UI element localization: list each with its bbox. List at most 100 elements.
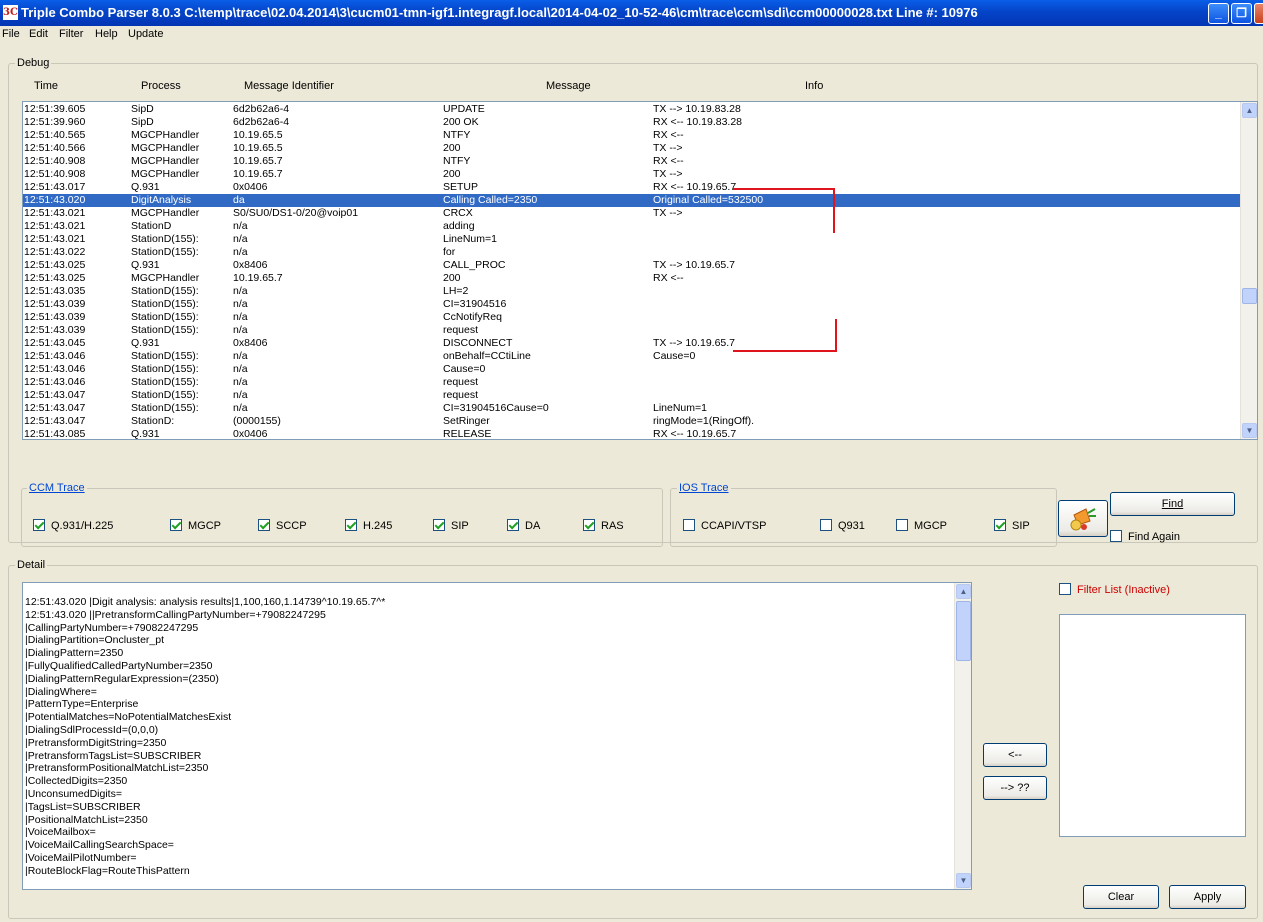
checkbox-icon[interactable]	[258, 519, 270, 531]
detail-line: |PretransformPositionalMatchList=2350	[25, 762, 209, 775]
ios-option-label: SIP	[1012, 520, 1030, 532]
col-info[interactable]: Info	[805, 80, 823, 92]
ccm-option-q-931-h-225[interactable]: Q.931/H.225	[33, 519, 113, 532]
ccm-option-sip[interactable]: SIP	[433, 519, 469, 532]
debug-row[interactable]: 12:51:43.025 Q.931 0x8406 CALL_PROC TX --> 1…	[23, 259, 1242, 272]
checkbox-icon[interactable]	[896, 519, 908, 531]
checkbox-icon[interactable]	[583, 519, 595, 531]
debug-cell-message: Cause=0	[443, 363, 486, 375]
debug-cell-msgid: n/a	[233, 350, 248, 362]
ccm-option-mgcp[interactable]: MGCP	[170, 519, 221, 532]
col-time[interactable]: Time	[34, 80, 58, 92]
checkbox-icon[interactable]	[683, 519, 695, 531]
debug-cell-message: LineNum=1	[443, 233, 497, 245]
annotation-line-bottom	[733, 350, 837, 352]
debug-row[interactable]: 12:51:43.045 Q.931 0x8406 DISCONNECT TX --> …	[23, 337, 1242, 350]
app-icon: 3C	[3, 5, 18, 20]
apply-button[interactable]: Apply	[1169, 885, 1246, 909]
debug-row[interactable]: 12:51:43.021 StationD(155): n/a LineNum=1	[23, 233, 1242, 246]
detail-scrollbar[interactable]: ▲ ▼	[954, 583, 971, 889]
detail-scroll-thumb[interactable]	[956, 601, 971, 661]
menu-edit[interactable]: Edit	[29, 28, 48, 40]
debug-row[interactable]: 12:51:43.025 MGCPHandler 10.19.65.7 200 RX <…	[23, 272, 1242, 285]
debug-cell-message: request	[443, 389, 479, 401]
debug-row[interactable]: 12:51:43.039 StationD(155): n/a CI=31904516	[23, 298, 1242, 311]
debug-row[interactable]: 12:51:43.017 Q.931 0x0406 SETUP RX <-- 10.19…	[23, 181, 1242, 194]
detail-scroll-up-arrow-icon[interactable]: ▲	[956, 584, 971, 599]
forward-button[interactable]: --> ??	[983, 776, 1047, 800]
debug-row[interactable]: 12:51:43.039 StationD(155): n/a CcNotifyReq	[23, 311, 1242, 324]
ccm-option-ras[interactable]: RAS	[583, 519, 624, 532]
ios-option-label: Q931	[838, 520, 865, 532]
debug-row[interactable]: 12:51:40.908 MGCPHandler 10.19.65.7 200 TX -…	[23, 168, 1242, 181]
ios-trace-label[interactable]: IOS Trace	[677, 482, 731, 494]
debug-row[interactable]: 12:51:43.022 StationD(155): n/a for	[23, 246, 1242, 259]
scroll-thumb[interactable]	[1242, 288, 1257, 304]
debug-list[interactable]: 12:51:39.605 SipD 6d2b62a6-4 UPDATE TX --> 1…	[22, 101, 1258, 440]
menu-filter[interactable]: Filter	[59, 28, 83, 40]
debug-row[interactable]: 12:51:40.566 MGCPHandler 10.19.65.5 200 TX -…	[23, 142, 1242, 155]
back-button[interactable]: <--	[983, 743, 1047, 767]
checkbox-icon[interactable]	[507, 519, 519, 531]
debug-row[interactable]: 12:51:39.960 SipD 6d2b62a6-4 200 OK RX <-- 1…	[23, 116, 1242, 129]
ios-option-ccapi-vtsp[interactable]: CCAPI/VTSP	[683, 519, 766, 532]
find-icon-button[interactable]	[1058, 500, 1108, 537]
close-button[interactable]	[1254, 3, 1263, 24]
debug-cell-msgid: 0x0406	[233, 428, 268, 440]
debug-row[interactable]: 12:51:43.021 MGCPHandler S0/SU0/DS1-0/20@v…	[23, 207, 1242, 220]
debug-row[interactable]: 12:51:43.047 StationD(155): n/a CI=31904516…	[23, 402, 1242, 415]
debug-row[interactable]: 12:51:43.046 StationD(155): n/a onBehalf=CC…	[23, 350, 1242, 363]
debug-row[interactable]: 12:51:43.047 StationD: (0000155) SetRinger r…	[23, 415, 1242, 428]
menu-help[interactable]: Help	[95, 28, 118, 40]
menu-file[interactable]: File	[2, 28, 20, 40]
checkbox-icon[interactable]	[994, 519, 1006, 531]
filter-list[interactable]	[1059, 614, 1246, 837]
checkbox-icon[interactable]	[433, 519, 445, 531]
minimize-button[interactable]: _	[1208, 3, 1229, 24]
find-button[interactable]: Find	[1110, 492, 1235, 516]
detail-line: |DialingSdlProcessId=(0,0,0)	[25, 724, 159, 736]
col-message[interactable]: Message	[546, 80, 591, 92]
debug-row[interactable]: 12:51:40.565 MGCPHandler 10.19.65.5 NTFY RX …	[23, 129, 1242, 142]
ccm-trace-label[interactable]: CCM Trace	[27, 482, 87, 494]
filter-list-checkbox[interactable]: Filter List (Inactive)	[1059, 583, 1170, 596]
debug-row[interactable]: 12:51:43.035 StationD(155): n/a LH=2	[23, 285, 1242, 298]
debug-scrollbar[interactable]: ▲ ▼	[1240, 102, 1257, 439]
detail-scroll-down-arrow-icon[interactable]: ▼	[956, 873, 971, 888]
detail-line: |DialingPatternRegularExpression=(2350)	[25, 672, 219, 685]
debug-row[interactable]: 12:51:40.908 MGCPHandler 10.19.65.7 NTFY RX …	[23, 155, 1242, 168]
debug-cell-process: StationD(155):	[131, 233, 199, 245]
debug-cell-time: 12:51:43.046	[24, 350, 86, 362]
ios-trace-group	[670, 488, 1057, 547]
checkbox-icon[interactable]	[170, 519, 182, 531]
ccm-option-da[interactable]: DA	[507, 519, 540, 532]
menu-update[interactable]: Update	[128, 28, 163, 40]
debug-row[interactable]: 12:51:43.039 StationD(155): n/a request	[23, 324, 1242, 337]
debug-row[interactable]: 12:51:39.605 SipD 6d2b62a6-4 UPDATE TX --> 1…	[23, 103, 1242, 116]
debug-row[interactable]: 12:51:43.020 DigitAnalysis da Calling Calle…	[23, 194, 1242, 207]
maximize-button[interactable]: ❐	[1231, 3, 1252, 24]
debug-row[interactable]: 12:51:43.021 StationD n/a adding	[23, 220, 1242, 233]
ios-option-mgcp[interactable]: MGCP	[896, 519, 947, 532]
scroll-down-arrow-icon[interactable]: ▼	[1242, 423, 1257, 438]
checkbox-icon[interactable]	[820, 519, 832, 531]
debug-row[interactable]: 12:51:43.085 Q.931 0x0406 RELEASE RX <-- 10.…	[23, 428, 1242, 440]
ios-option-q931[interactable]: Q931	[820, 519, 865, 532]
debug-row[interactable]: 12:51:43.047 StationD(155): n/a request	[23, 389, 1242, 402]
detail-text[interactable]: 12:51:43.020 |Digit analysis: analysis r…	[22, 582, 972, 890]
debug-row[interactable]: 12:51:43.046 StationD(155): n/a request	[23, 376, 1242, 389]
scroll-up-arrow-icon[interactable]: ▲	[1242, 103, 1257, 118]
col-message-identifier[interactable]: Message Identifier	[244, 80, 334, 92]
find-again-box[interactable]	[1110, 530, 1122, 542]
debug-cell-time: 12:51:40.565	[24, 129, 86, 141]
clear-button[interactable]: Clear	[1083, 885, 1159, 909]
ccm-option-h-245[interactable]: H.245	[345, 519, 392, 532]
ios-option-sip[interactable]: SIP	[994, 519, 1030, 532]
find-again-checkbox[interactable]: Find Again	[1110, 530, 1180, 543]
filter-list-box[interactable]	[1059, 583, 1071, 595]
checkbox-icon[interactable]	[345, 519, 357, 531]
col-process[interactable]: Process	[141, 80, 181, 92]
ccm-option-sccp[interactable]: SCCP	[258, 519, 307, 532]
debug-row[interactable]: 12:51:43.046 StationD(155): n/a Cause=0	[23, 363, 1242, 376]
checkbox-icon[interactable]	[33, 519, 45, 531]
